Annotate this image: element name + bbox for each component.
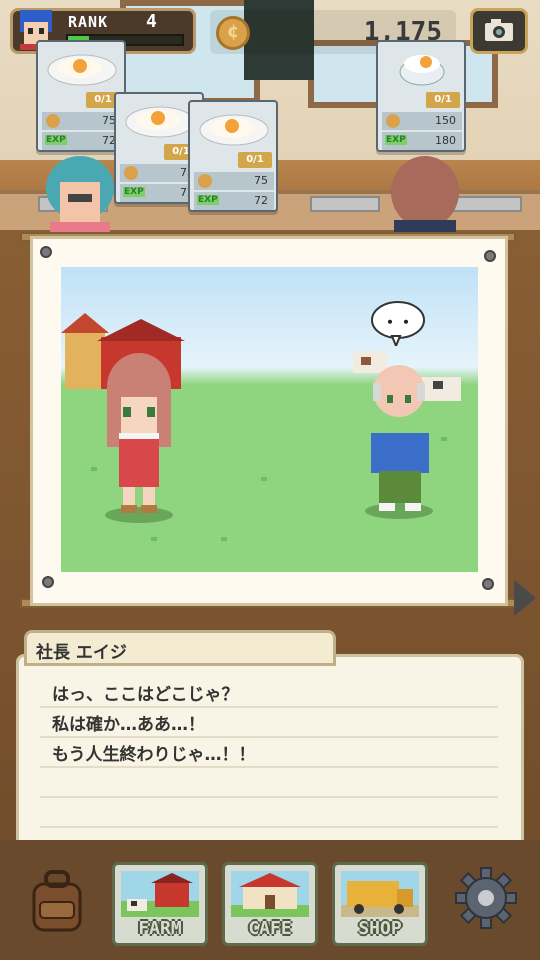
dialog-rule bbox=[40, 826, 498, 828]
fried-egg-dish bbox=[199, 114, 269, 146]
order-exp-reward: 72 bbox=[254, 194, 268, 207]
coin-icon bbox=[216, 16, 250, 50]
customer-brown-hair[interactable] bbox=[380, 150, 470, 240]
dialog-line: もう人生終わりじゃ…！！ bbox=[52, 745, 256, 765]
shop-truck-icon bbox=[341, 871, 419, 917]
dialog-line: はっ、ここはどこじゃ？ bbox=[52, 685, 239, 705]
coin-icon bbox=[386, 114, 400, 128]
gear-icon[interactable] bbox=[454, 866, 518, 930]
order-exp-reward: 180 bbox=[435, 134, 456, 147]
stool bbox=[310, 196, 380, 212]
exp-label: EXP bbox=[197, 195, 219, 205]
nav-cafe-button[interactable]: CAFE bbox=[222, 862, 318, 946]
nav-farm-button[interactable]: FARM bbox=[112, 862, 208, 946]
order-quantity: 0/1 bbox=[426, 92, 460, 108]
backpack-icon[interactable] bbox=[26, 868, 88, 934]
dialog-line: 私は確か…ああ…！ bbox=[52, 715, 205, 735]
camera-button[interactable] bbox=[470, 8, 528, 54]
rank-value: 4 bbox=[146, 11, 157, 32]
order-card[interactable]: 0/1 150 EXP 180 bbox=[376, 40, 466, 152]
customer-blue-hair[interactable] bbox=[40, 148, 120, 238]
speech-bubble-text: ・・ bbox=[381, 313, 414, 332]
pin-icon bbox=[42, 576, 54, 588]
pin-icon bbox=[40, 246, 52, 258]
nav-shop-button[interactable]: SHOP bbox=[332, 862, 428, 946]
order-coin-reward: 75 bbox=[254, 174, 268, 187]
dialog-rule bbox=[40, 736, 498, 738]
exp-label: EXP bbox=[123, 187, 145, 197]
dialog-rule bbox=[40, 796, 498, 798]
coin-icon bbox=[124, 166, 138, 180]
next-page-arrow[interactable] bbox=[514, 580, 536, 616]
order-coin-reward: 150 bbox=[435, 114, 456, 127]
coin-icon bbox=[46, 114, 60, 128]
cafe-icon bbox=[231, 871, 309, 917]
fried-egg-dish bbox=[47, 54, 117, 86]
order-card[interactable]: 0/1 75 EXP 72 bbox=[188, 100, 278, 212]
camera-icon bbox=[485, 19, 513, 41]
dialog-rule bbox=[40, 766, 498, 768]
dialog-rule bbox=[40, 706, 498, 708]
speaker-name: 社長 エイジ bbox=[36, 643, 127, 663]
coin-icon bbox=[198, 174, 212, 188]
nav-farm-label: FARM bbox=[138, 918, 182, 939]
exp-label: EXP bbox=[385, 135, 407, 145]
exp-label: EXP bbox=[45, 135, 67, 145]
order-card[interactable]: 0/1 75 EXP 72 bbox=[36, 40, 126, 152]
order-quantity: 0/1 bbox=[238, 152, 272, 168]
farm-icon bbox=[121, 871, 199, 917]
rice-bowl-dish bbox=[399, 55, 445, 86]
nav-shop-label: SHOP bbox=[358, 918, 402, 939]
nav-cafe-label: CAFE bbox=[248, 918, 292, 939]
fried-egg-dish bbox=[125, 106, 195, 138]
pin-icon bbox=[484, 250, 496, 262]
pin-icon bbox=[482, 578, 494, 590]
rank-label: RANK bbox=[68, 13, 109, 31]
